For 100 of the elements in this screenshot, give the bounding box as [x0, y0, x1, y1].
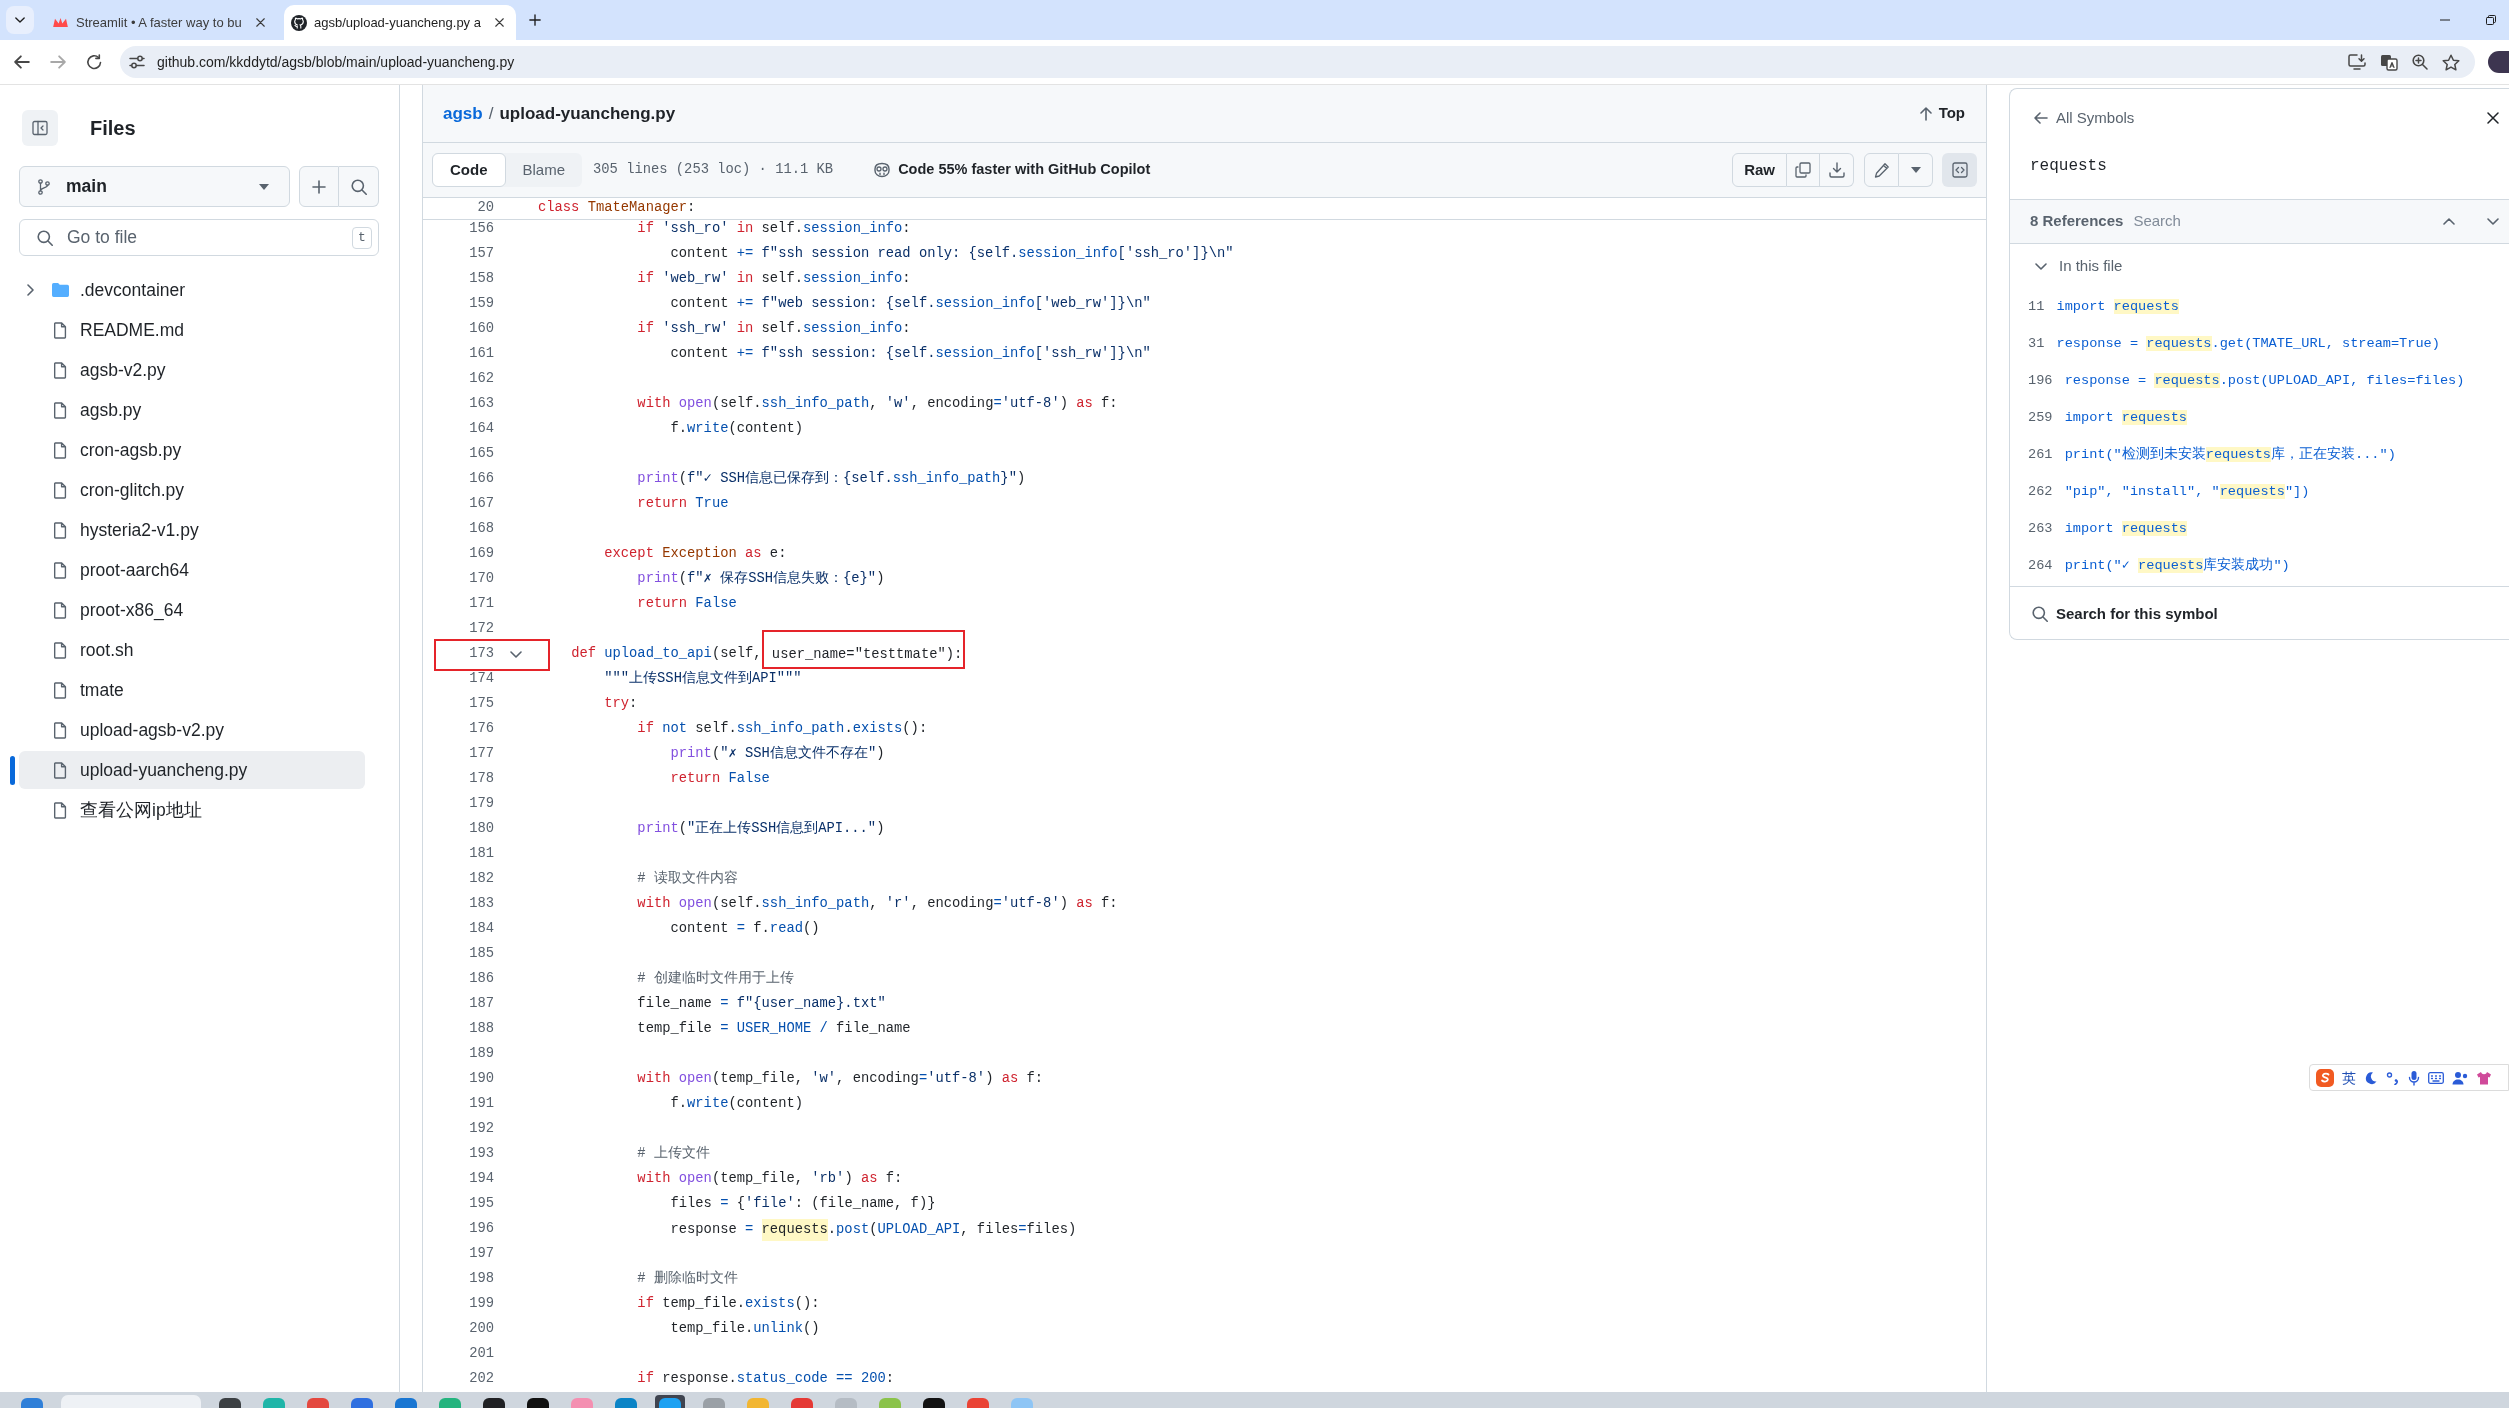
code-line: if 'ssh_ro' in self.session_info: [637, 220, 911, 239]
zoom-in-icon[interactable] [2412, 54, 2428, 70]
tree-item[interactable]: README.md [19, 311, 365, 349]
tree-item[interactable]: .devcontainer [19, 271, 365, 309]
reference-item[interactable]: 196 response = requests.post(UPLOAD_API, files=files) [2010, 362, 2509, 399]
reference-item[interactable]: 262 "pip", "install", "requests"]) [2010, 473, 2509, 510]
tree-item[interactable]: hysteria2-v1.py [19, 511, 365, 549]
tree-item[interactable]: upload-yuancheng.py [19, 751, 365, 789]
chevron-down-icon[interactable] [2487, 218, 2499, 225]
code-line: print("正在上传SSH信息到API...") [637, 819, 885, 839]
tree-item[interactable]: 查看公网ip地址 [19, 791, 365, 829]
reference-item[interactable]: 11 import requests [2010, 288, 2509, 325]
restore-icon[interactable] [2486, 15, 2496, 25]
sidebar-toggle-button[interactable] [22, 110, 58, 146]
line-number: 187 [468, 995, 494, 1014]
line-number: 178 [468, 770, 494, 789]
browser-tab[interactable]: agsb/upload-yuancheng.py a [284, 5, 516, 40]
keyboard-icon[interactable] [2428, 1071, 2444, 1084]
s-logo-icon[interactable] [2316, 1068, 2334, 1087]
file-icon [53, 401, 67, 419]
fold-chevron-icon[interactable] [510, 651, 522, 658]
repo-link[interactable]: agsb [443, 100, 483, 127]
tree-item[interactable]: tmate [19, 671, 365, 709]
line-number: 180 [468, 820, 494, 839]
browser-tab[interactable]: Streamlit • A faster way to bu [45, 5, 277, 40]
code-line: content += f"web session: {self.session_info['web_rw']}\n" [670, 295, 1151, 314]
code-line: if response.status_code == 200: [637, 1370, 895, 1389]
punctuation-icon[interactable] [2386, 1070, 2400, 1085]
file-icon [53, 321, 67, 339]
branch-selector[interactable]: main [19, 166, 290, 207]
back-to-top-link[interactable]: Top [1919, 102, 1965, 125]
caret-icon [259, 183, 269, 190]
line-number: 20 [476, 199, 494, 218]
taskbar-search-field[interactable] [61, 1395, 201, 1408]
references-count: 8 References [2030, 211, 2124, 232]
star-icon[interactable] [2442, 53, 2460, 71]
reference-item[interactable]: 259 import requests [2010, 399, 2509, 436]
reference-item[interactable]: 264 print("✓ requests库安装成功") [2010, 547, 2509, 584]
symbols-toggle-button[interactable] [1942, 153, 1977, 187]
file-icon [53, 801, 67, 819]
tree-item[interactable]: proot-aarch64 [19, 551, 365, 589]
chevron-up-icon[interactable] [2443, 218, 2455, 225]
file-icon [53, 561, 67, 579]
close-icon[interactable] [256, 18, 265, 27]
download-button[interactable] [1820, 153, 1854, 187]
all-symbols-link[interactable]: All Symbols [2034, 106, 2135, 130]
shirt-icon[interactable] [2476, 1070, 2492, 1085]
tab-search-button[interactable] [6, 6, 34, 34]
reference-item[interactable]: 31 response = requests.get(TMATE_URL, stream=True) [2010, 325, 2509, 362]
view-tab[interactable]: Blame [505, 153, 583, 187]
tree-item[interactable]: upload-agsb-v2.py [19, 711, 365, 749]
input-mode-label[interactable]: 英 [2342, 1070, 2356, 1085]
monitor-download-icon[interactable] [2348, 54, 2366, 70]
file-title: upload-yuancheng.py [499, 102, 676, 125]
code-line: try: [604, 695, 638, 714]
arrow-up-icon [1919, 106, 1932, 121]
edit-options-button[interactable] [1899, 153, 1933, 187]
file-group-toggle[interactable]: In this file [2010, 244, 2509, 288]
microphone-icon[interactable] [2408, 1069, 2420, 1086]
line-number: 163 [468, 395, 494, 414]
tree-item[interactable]: agsb-v2.py [19, 351, 365, 389]
tree-item[interactable]: proot-x86_64 [19, 591, 365, 629]
raw-button[interactable]: Raw [1732, 153, 1787, 187]
edit-button[interactable] [1864, 153, 1899, 187]
address-bar[interactable]: github.com/kkddytd/agsb/blob/main/upload-yuancheng.py [120, 46, 2475, 78]
moon-icon[interactable] [2364, 1070, 2378, 1085]
reference-item[interactable]: 263 import requests [2010, 510, 2509, 547]
breadcrumb-separator: / [488, 102, 494, 125]
code-line: content += f"ssh session read only: {self.session_info['ssh_ro']}\n" [670, 245, 1234, 264]
code-square-icon [1951, 162, 1968, 178]
close-icon[interactable] [2487, 112, 2499, 124]
people-icon[interactable] [2452, 1070, 2468, 1085]
translate-icon[interactable] [2380, 53, 2398, 71]
tree-item[interactable]: cron-agsb.py [19, 431, 365, 469]
file-icon [53, 441, 67, 459]
tree-item[interactable]: root.sh [19, 631, 365, 669]
chevron-right-icon[interactable] [26, 284, 34, 296]
close-icon[interactable] [495, 18, 504, 27]
line-number: 171 [468, 595, 494, 614]
add-file-button[interactable] [299, 166, 339, 207]
search-button[interactable] [339, 166, 379, 207]
line-number: 202 [468, 1370, 494, 1389]
code-line: # 上传文件 [637, 1144, 710, 1164]
line-number: 165 [468, 445, 494, 464]
plus-icon[interactable] [529, 14, 541, 26]
back-icon[interactable] [14, 55, 30, 69]
tree-item[interactable]: agsb.py [19, 391, 365, 429]
copilot-promo-link[interactable]: Code 55% faster with GitHub Copilot [873, 159, 1151, 181]
view-tab[interactable]: Code [432, 153, 506, 187]
reference-item[interactable]: 261 print("检测到未安装requests库，正在安装...") [2010, 436, 2509, 473]
search-symbol-button[interactable]: Search for this symbol [2032, 602, 2218, 626]
tree-item[interactable]: cron-glitch.py [19, 471, 365, 509]
profile-avatar[interactable] [2488, 51, 2509, 73]
sliders-icon[interactable] [129, 55, 145, 69]
line-number: 166 [468, 470, 494, 489]
line-number: 168 [468, 520, 494, 539]
code-line: response = requests.post(UPLOAD_API, files=files) [670, 1218, 1077, 1241]
line-number: 197 [468, 1245, 494, 1264]
copy-button[interactable] [1787, 153, 1820, 187]
reload-icon[interactable] [86, 54, 102, 70]
